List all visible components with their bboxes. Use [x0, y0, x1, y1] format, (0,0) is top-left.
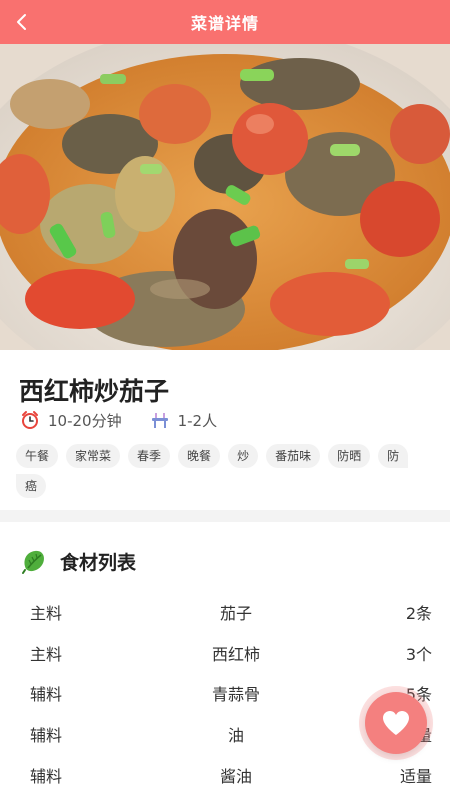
ingredient-qty: 3个: [405, 645, 432, 664]
ingredient-name: 青蒜骨: [211, 685, 261, 704]
ingredient-name: 茄子: [219, 604, 253, 623]
favorite-button[interactable]: [365, 692, 427, 754]
tag[interactable]: 防: [378, 444, 409, 468]
tag[interactable]: 炒: [228, 444, 259, 468]
section-divider: [0, 510, 450, 522]
ingredient-name: 油: [227, 726, 245, 745]
ingredient-name: 西红柿: [211, 645, 261, 664]
recipe-photo: [0, 44, 450, 350]
leaf-vegetable-icon: [22, 550, 44, 574]
ingredient-type: 辅料: [30, 726, 63, 745]
ingredients-section: 食材列表 主料 茄子 2条 主料 西红柿 3个 辅料 青蒜骨 5条 辅料 油 量…: [0, 522, 450, 800]
tag[interactable]: 春季: [128, 444, 171, 468]
ingredients-header: 食材列表: [20, 546, 136, 576]
ingredient-row: 主料 西红柿 3个: [0, 633, 450, 673]
page-title: 菜谱详情: [190, 14, 259, 33]
back-button[interactable]: [0, 0, 44, 44]
section-title: 食材列表: [60, 551, 137, 574]
tag[interactable]: 家常菜: [66, 444, 121, 468]
tag[interactable]: 癌: [16, 474, 47, 498]
ingredient-qty: 适量: [399, 767, 432, 786]
cooking-time: 10-20分钟: [48, 411, 122, 430]
servings: 1-2人: [177, 411, 218, 430]
ingredient-name: 酱油: [219, 767, 253, 786]
tag[interactable]: 防晒: [328, 444, 371, 468]
ingredient-row: 辅料 酱油 适量: [0, 755, 450, 795]
tag-list: 午餐 家常菜 春季 晚餐 炒 番茄味 防晒 防 癌: [16, 444, 436, 498]
tag[interactable]: 番茄味: [266, 444, 321, 468]
chevron-left-icon: [17, 14, 26, 30]
tag[interactable]: 午餐: [16, 444, 59, 468]
ingredient-type: 主料: [30, 645, 63, 664]
dining-table-icon: [151, 413, 168, 428]
recipe-info: 西红柿炒茄子 10-20分钟 1-2人 午餐 家常菜 春季 晚餐 炒 番茄味 防…: [0, 350, 450, 510]
recipe-title: 西红柿炒茄子: [19, 377, 170, 406]
ingredient-row: 主料 茄子 2条: [0, 592, 450, 632]
ingredient-type: 辅料: [30, 685, 63, 704]
top-app-bar: 菜谱详情: [0, 0, 450, 44]
heart-icon: [383, 711, 409, 735]
ingredient-type: 辅料: [30, 767, 63, 786]
ingredient-type: 主料: [30, 604, 63, 623]
ingredient-qty: 2条: [405, 604, 432, 623]
recipe-meta: 10-20分钟 1-2人: [20, 408, 217, 432]
alarm-clock-icon: [22, 411, 38, 429]
tag[interactable]: 晚餐: [178, 444, 221, 468]
